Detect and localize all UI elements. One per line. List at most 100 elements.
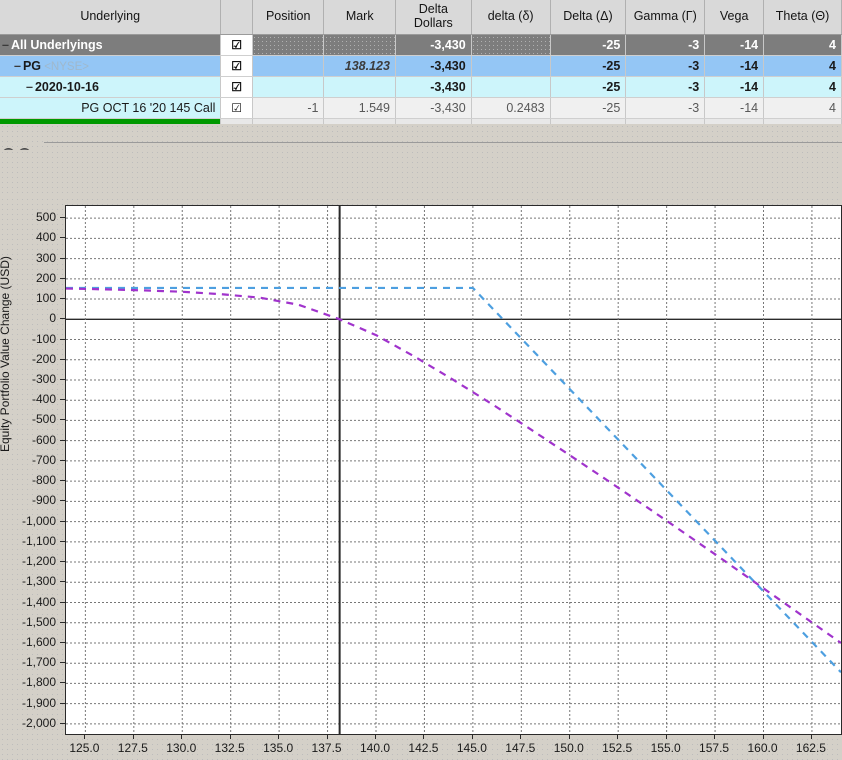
splitter-rule — [44, 142, 842, 143]
table-row[interactable]: – PG <NYSE> ☑ 138.123 -3,430 -25 -3 -14 4 — [0, 55, 842, 77]
table-row[interactable]: –2020-10-16 ☑ -3,430 -25 -3 -14 4 — [0, 76, 842, 98]
y-tick-label: 0 — [49, 311, 56, 326]
y-tick-label: -1,800 — [21, 675, 56, 690]
row-delta-lower: 0.2483 — [471, 97, 551, 119]
row-delta-dollars: -3,430 — [395, 97, 472, 119]
y-tick-label: -400 — [31, 392, 56, 407]
row-theta: 4 — [763, 55, 842, 77]
row-gamma: -3 — [625, 97, 706, 119]
col-header-mark[interactable]: Mark — [323, 0, 396, 35]
row-mark: 1.549 — [323, 97, 396, 119]
row-mark — [323, 76, 396, 98]
col-header-position[interactable]: Position — [252, 0, 325, 35]
x-tick-label: 137.5 — [311, 741, 342, 755]
row-delta-upper: -25 — [550, 97, 627, 119]
y-tick-label: -300 — [31, 371, 56, 386]
row-underlying-cell[interactable]: – All Underlyings — [0, 34, 222, 56]
row-delta-lower — [471, 55, 551, 77]
col-header-gamma[interactable]: Gamma (Γ) — [625, 0, 706, 35]
checkbox-checked-icon[interactable]: ☑ — [231, 59, 242, 73]
plot-area[interactable] — [65, 205, 842, 735]
y-tick-label: -2,000 — [21, 715, 56, 730]
row-vega: -14 — [704, 76, 765, 98]
y-tick-label: -1,600 — [21, 634, 56, 649]
y-tick-label: -1,100 — [21, 533, 56, 548]
y-tick-label: -1,500 — [21, 614, 56, 629]
row-include-checkbox[interactable]: ☑ — [220, 76, 253, 98]
row-theta: 4 — [763, 34, 842, 56]
row-delta-dollars: -3,430 — [395, 76, 472, 98]
row-delta-upper: -25 — [550, 55, 627, 77]
col-header-delta-lower[interactable]: delta (δ) — [471, 0, 551, 35]
panel-splitter[interactable] — [0, 124, 842, 150]
y-tick-label: 200 — [35, 270, 56, 285]
row-mark-value: 138.123 — [344, 59, 390, 73]
x-tick-label: 157.5 — [699, 741, 730, 755]
row-theta: 4 — [763, 97, 842, 119]
row-underlying-cell[interactable]: –2020-10-16 — [0, 76, 222, 98]
expand-collapse-twisty-icon[interactable]: – — [26, 80, 33, 94]
y-tick-label: 300 — [35, 250, 56, 265]
row-position — [252, 55, 325, 77]
table-row[interactable]: – All Underlyings ☑ -3,430 -25 -3 -14 4 — [0, 34, 842, 56]
y-tick-label: -1,000 — [21, 513, 56, 528]
x-tick-label: 130.0 — [166, 741, 197, 755]
x-tick-label: 162.5 — [795, 741, 826, 755]
y-tick-label: 400 — [35, 230, 56, 245]
col-header-underlying[interactable]: Underlying — [0, 0, 222, 35]
row-underlying-cell[interactable]: PG OCT 16 '20 145 Call — [0, 97, 222, 119]
positions-table: Underlying Position Mark Delta Dollars d… — [0, 0, 842, 140]
checkbox-checked-icon[interactable]: ☑ — [231, 101, 242, 115]
x-tick-label: 152.5 — [602, 741, 633, 755]
row-vega: -14 — [704, 34, 765, 56]
row-position: -1 — [252, 97, 325, 119]
y-tick-label: -200 — [31, 351, 56, 366]
y-tick-label: 100 — [35, 291, 56, 306]
row-delta-upper: -25 — [550, 34, 627, 56]
x-tick-label: 135.0 — [263, 741, 294, 755]
row-underlying-cell[interactable]: – PG <NYSE> — [0, 55, 222, 77]
x-tick-label: 132.5 — [214, 741, 245, 755]
y-tick-label: -1,900 — [21, 695, 56, 710]
row-delta-lower — [471, 34, 551, 56]
col-header-theta[interactable]: Theta (Θ) — [763, 0, 842, 35]
y-tick-label: -1,400 — [21, 594, 56, 609]
row-vega: -14 — [704, 97, 765, 119]
series-line-1 — [66, 287, 841, 644]
col-header-check[interactable] — [220, 0, 253, 35]
row-name-label: PG — [22, 59, 42, 73]
checkbox-checked-icon[interactable]: ☑ — [231, 80, 242, 94]
checkbox-checked-icon[interactable]: ☑ — [231, 38, 242, 52]
row-position — [252, 34, 325, 56]
x-tick-label: 145.0 — [456, 741, 487, 755]
row-include-checkbox[interactable]: ☑ — [220, 97, 253, 119]
risk-profile-chart: Equity Portfolio Value Change (USD) 500 4… — [0, 197, 842, 760]
row-name-label: All Underlyings — [10, 38, 103, 52]
x-tick-label: 140.0 — [359, 741, 391, 755]
row-delta-upper: -25 — [550, 76, 627, 98]
row-include-checkbox[interactable]: ☑ — [220, 34, 253, 56]
table-row[interactable]: PG OCT 16 '20 145 Call ☑ -1 1.549 -3,430 0.24… — [0, 97, 842, 119]
y-tick-label: -500 — [31, 412, 56, 427]
row-include-checkbox[interactable]: ☑ — [220, 55, 253, 77]
row-gamma: -3 — [625, 34, 706, 56]
x-tick-label: 150.0 — [553, 741, 584, 755]
col-header-delta-dollars[interactable]: Delta Dollars — [395, 0, 472, 35]
x-tick-label: 142.5 — [408, 741, 439, 755]
expand-collapse-twisty-icon[interactable]: – — [2, 38, 9, 52]
y-tick-label: 500 — [35, 210, 56, 225]
x-tick-label: 160.0 — [747, 741, 778, 755]
options-risk-analysis-window: Underlying Position Mark Delta Dollars d… — [0, 0, 842, 760]
x-tick-label: 125.0 — [69, 741, 100, 755]
x-tick-label: 127.5 — [117, 741, 148, 755]
y-tick-label: -600 — [31, 432, 56, 447]
x-tick-label: 147.5 — [505, 741, 536, 755]
y-tick-label: -700 — [31, 452, 56, 467]
expand-collapse-twisty-icon[interactable]: – — [14, 59, 21, 73]
row-gamma: -3 — [625, 55, 706, 77]
chart-toolbar: Range Update Zoom — [0, 150, 842, 343]
col-header-delta-upper[interactable]: Delta (Δ) — [550, 0, 627, 35]
y-tick-label: -100 — [31, 331, 56, 346]
y-tick-label: -900 — [31, 493, 56, 508]
col-header-vega[interactable]: Vega — [704, 0, 765, 35]
